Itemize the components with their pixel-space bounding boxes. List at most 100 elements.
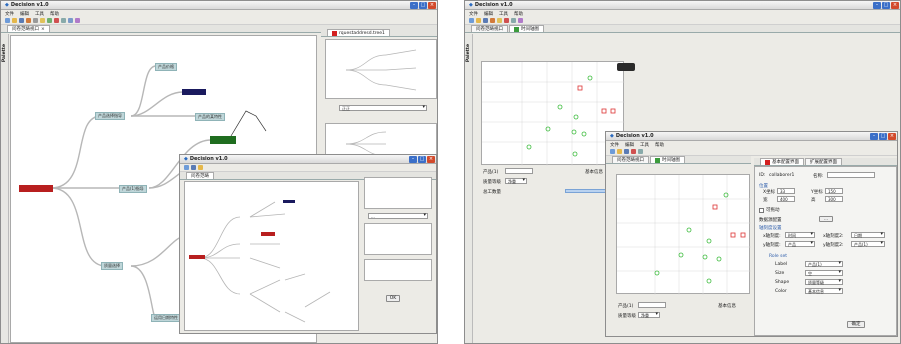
role-size-select[interactable]: 空 — [805, 270, 843, 276]
dialog-delete-icon[interactable] — [631, 149, 636, 154]
node-navy[interactable] — [182, 89, 206, 95]
w-input[interactable]: 400 — [777, 196, 795, 202]
nested-ok-button[interactable]: OK — [386, 295, 400, 302]
scatter-panel[interactable] — [481, 61, 625, 166]
dialog-tab-chart[interactable]: 时间轴图 — [650, 156, 685, 163]
right-product-input[interactable] — [505, 168, 533, 174]
right-menu-file[interactable]: 文件 — [469, 11, 478, 17]
right-tab-chart[interactable]: 时间轴图 — [509, 25, 544, 32]
node-quality[interactable]: 质量选择 — [101, 262, 123, 270]
dialog-scatter-panel[interactable] — [616, 174, 751, 295]
nested-thumb-3[interactable] — [364, 259, 432, 281]
grid-icon[interactable] — [61, 18, 66, 23]
nested-select[interactable]: ... — [368, 213, 428, 219]
dialog-minimize-icon[interactable]: – — [870, 133, 878, 140]
nested-maximize-icon[interactable]: □ — [418, 156, 426, 163]
right-menu-edit[interactable]: 编辑 — [484, 11, 493, 17]
y-axis-select-2[interactable]: 产品(1) — [851, 241, 885, 247]
right-maximize-icon[interactable]: □ — [882, 2, 890, 9]
x-axis-select[interactable]: 时间 — [785, 232, 815, 238]
refresh-icon[interactable] — [47, 18, 52, 23]
dialog-save-icon[interactable] — [624, 149, 629, 154]
x-input[interactable]: 33 — [777, 188, 795, 194]
nested-tab[interactable]: 问卷范畴 — [186, 172, 214, 179]
role-shape-select[interactable]: 质量等级 — [805, 279, 843, 285]
minimize-icon[interactable]: – — [410, 2, 418, 9]
dialog-grid-icon[interactable] — [638, 149, 643, 154]
user-icon[interactable] — [26, 18, 31, 23]
menu-help[interactable]: 帮助 — [50, 11, 59, 17]
open-icon[interactable] — [12, 18, 17, 23]
y-input[interactable]: 150 — [825, 188, 843, 194]
nested-minimize-icon[interactable]: – — [409, 156, 417, 163]
node-price[interactable]: 产品价格 — [155, 63, 177, 71]
folder-icon[interactable] — [40, 18, 45, 23]
thumbnail-1[interactable] — [325, 39, 437, 99]
nested-navy-node[interactable] — [283, 200, 295, 203]
data-source-button[interactable]: ... — [819, 216, 833, 222]
node-product-select[interactable]: 产品选择指导 — [95, 112, 125, 120]
name-input[interactable] — [827, 172, 875, 178]
nested-tree-canvas[interactable] — [184, 181, 359, 331]
dialog-tab-questionnaire[interactable]: 问卷范畴视口 — [612, 156, 649, 163]
delete-icon[interactable] — [54, 18, 59, 23]
draggable-checkbox[interactable] — [759, 208, 764, 213]
close-icon[interactable]: × — [428, 2, 436, 9]
menu-tools[interactable]: 工具 — [35, 11, 44, 17]
dialog-new-icon[interactable] — [610, 149, 615, 154]
thumb-select[interactable]: 正正 — [339, 105, 427, 111]
nested-root-node[interactable] — [189, 255, 205, 259]
brush-icon[interactable] — [75, 18, 80, 23]
right-menu-tools[interactable]: 工具 — [499, 11, 508, 17]
zoom-icon[interactable] — [68, 18, 73, 23]
ok-button[interactable]: 确定 — [847, 321, 865, 328]
nested-red-node[interactable] — [261, 232, 275, 236]
x-axis-select-2[interactable]: 日期 — [851, 232, 885, 238]
right-user-icon[interactable] — [490, 18, 495, 23]
dialog-menu-tools[interactable]: 工具 — [640, 142, 649, 148]
nested-thumb-1[interactable] — [364, 177, 432, 209]
right-folder-icon[interactable] — [497, 18, 502, 23]
dialog-menu-file[interactable]: 文件 — [610, 142, 619, 148]
dialog-open-icon[interactable] — [617, 149, 622, 154]
dialog-menu-edit[interactable]: 编辑 — [625, 142, 634, 148]
node-green[interactable] — [210, 136, 236, 144]
role-color-select[interactable]: 基本信息 — [805, 288, 843, 294]
menu-edit[interactable]: 编辑 — [20, 11, 29, 17]
right-brush-icon[interactable] — [518, 18, 523, 23]
right-minimize-icon[interactable]: – — [873, 2, 881, 9]
cut-icon[interactable] — [33, 18, 38, 23]
maximize-icon[interactable]: □ — [419, 2, 427, 9]
dialog-product-input[interactable] — [638, 302, 666, 308]
node-product-guide[interactable]: 产品(1)指导 — [119, 185, 147, 193]
nested-thumb-2[interactable] — [364, 223, 432, 255]
nested-save-icon[interactable] — [191, 165, 196, 170]
right-menu-help[interactable]: 帮助 — [514, 11, 523, 17]
right-grid-icon[interactable] — [511, 18, 516, 23]
right-close-icon[interactable]: × — [891, 2, 899, 9]
nested-close-icon[interactable]: × — [427, 156, 435, 163]
root-node[interactable] — [19, 185, 53, 192]
dialog-close-icon[interactable]: × — [888, 133, 896, 140]
h-input[interactable]: 300 — [825, 196, 843, 202]
node-feature[interactable]: 产品的某特性 — [195, 113, 225, 121]
right-tab-questionnaire[interactable]: 问卷范畴视口 — [471, 25, 508, 32]
tab-tree-file[interactable]: rquestaddresd.tree1 — [327, 29, 390, 36]
save-icon[interactable] — [19, 18, 24, 23]
tab-questionnaire[interactable]: 问卷范畴视口 × — [7, 25, 50, 32]
y-axis-select[interactable]: 产品 — [785, 241, 815, 247]
dialog-maximize-icon[interactable]: □ — [879, 133, 887, 140]
prop-tab-basic[interactable]: 基本配置界面 — [760, 158, 804, 165]
nested-open-icon[interactable] — [198, 165, 203, 170]
prop-tab-extended[interactable]: 扩展配置界面 — [805, 158, 842, 165]
right-save-icon[interactable] — [483, 18, 488, 23]
right-quality-select[interactable]: 净重 — [505, 178, 527, 184]
role-label-select[interactable]: 产品(1) — [805, 261, 843, 267]
right-delete-icon[interactable] — [504, 18, 509, 23]
nested-new-icon[interactable] — [184, 165, 189, 170]
new-icon[interactable] — [5, 18, 10, 23]
node-date-feature[interactable]: 运用日期特性 — [151, 314, 181, 322]
dialog-menu-help[interactable]: 帮助 — [655, 142, 664, 148]
dialog-quality-select[interactable]: 净重 — [638, 312, 660, 318]
right-open-icon[interactable] — [476, 18, 481, 23]
